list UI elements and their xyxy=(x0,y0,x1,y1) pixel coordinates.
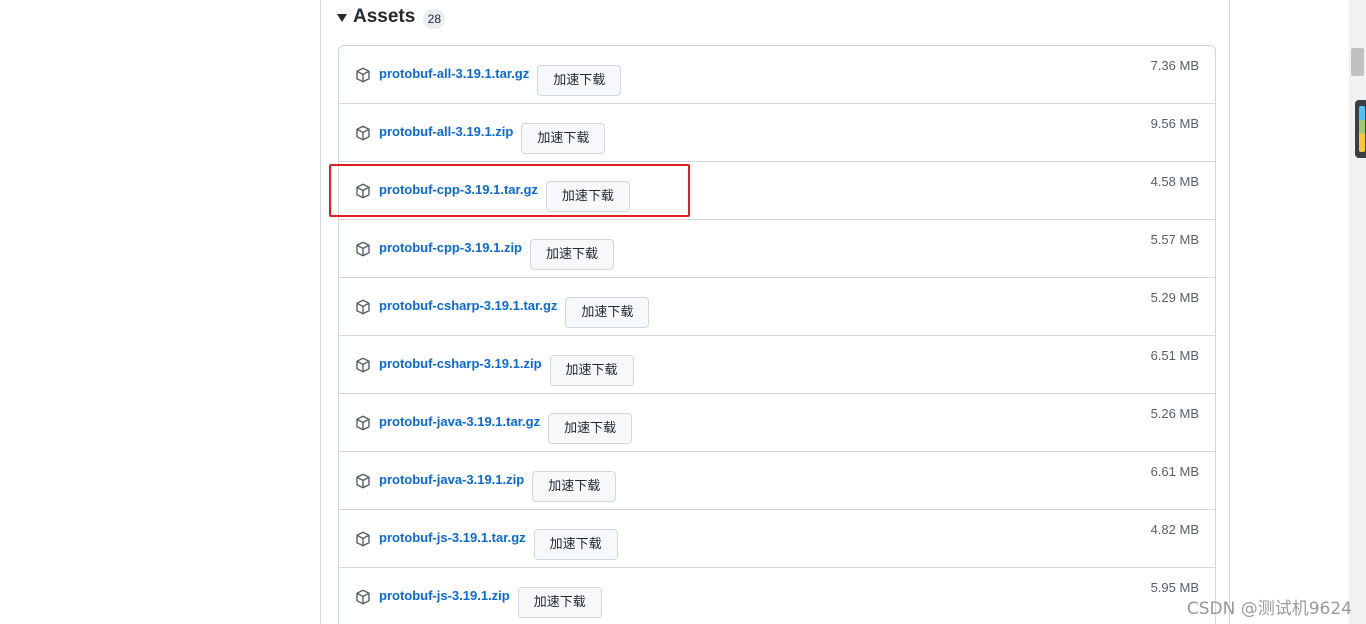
asset-download-link[interactable]: protobuf-all-3.19.1.zip xyxy=(379,124,513,139)
asset-size: 4.82 MB xyxy=(1150,522,1199,537)
package-icon xyxy=(356,415,370,431)
asset-row: protobuf-cpp-3.19.1.zip 加速下载 5.57 MB xyxy=(339,219,1215,277)
asset-row-left: protobuf-csharp-3.19.1.zip 加速下载 xyxy=(355,349,634,386)
asset-row-left: protobuf-cpp-3.19.1.zip 加速下载 xyxy=(355,233,615,270)
asset-row: protobuf-csharp-3.19.1.zip 加速下载 6.51 MB xyxy=(339,335,1215,393)
asset-download-link[interactable]: protobuf-js-3.19.1.zip xyxy=(379,588,510,603)
accelerated-download-button[interactable]: 加速下载 xyxy=(565,297,650,328)
asset-row: protobuf-java-3.19.1.tar.gz 加速下载 5.26 MB xyxy=(339,393,1215,451)
package-icon xyxy=(356,531,370,547)
asset-size: 9.56 MB xyxy=(1150,116,1199,131)
accelerated-download-button[interactable]: 加速下载 xyxy=(549,355,634,386)
asset-size: 5.29 MB xyxy=(1150,290,1199,305)
accelerated-download-button[interactable]: 加速下载 xyxy=(517,587,602,618)
scrollbar-thumb[interactable] xyxy=(1351,48,1364,76)
asset-row: protobuf-js-3.19.1.zip 加速下载 5.95 MB xyxy=(339,567,1215,624)
asset-row-left: protobuf-all-3.19.1.zip 加速下载 xyxy=(355,117,606,154)
asset-size: 7.36 MB xyxy=(1150,58,1199,73)
vertical-scrollbar[interactable] xyxy=(1349,0,1366,624)
asset-row-left: protobuf-cpp-3.19.1.tar.gz 加速下载 xyxy=(355,175,630,212)
accelerated-download-button[interactable]: 加速下载 xyxy=(545,181,630,212)
side-widget-tab[interactable] xyxy=(1355,100,1366,158)
asset-size: 5.95 MB xyxy=(1150,580,1199,595)
asset-size: 6.51 MB xyxy=(1150,348,1199,363)
package-icon xyxy=(356,357,370,373)
asset-row-left: protobuf-js-3.19.1.zip 加速下载 xyxy=(355,581,602,618)
asset-row: protobuf-cpp-3.19.1.tar.gz 加速下载 4.58 MB xyxy=(339,161,1215,219)
asset-row: protobuf-all-3.19.1.tar.gz 加速下载 7.36 MB xyxy=(339,46,1215,103)
asset-download-link[interactable]: protobuf-cpp-3.19.1.tar.gz xyxy=(379,182,538,197)
asset-row: protobuf-java-3.19.1.zip 加速下载 6.61 MB xyxy=(339,451,1215,509)
package-icon xyxy=(356,183,370,199)
assets-header[interactable]: Assets 28 xyxy=(337,4,446,30)
accelerated-download-button[interactable]: 加速下载 xyxy=(532,471,617,502)
asset-download-link[interactable]: protobuf-all-3.19.1.tar.gz xyxy=(379,66,529,81)
asset-size: 6.61 MB xyxy=(1150,464,1199,479)
asset-download-link[interactable]: protobuf-java-3.19.1.zip xyxy=(379,472,524,487)
caret-down-icon[interactable] xyxy=(337,14,347,22)
asset-row: protobuf-js-3.19.1.tar.gz 加速下载 4.82 MB xyxy=(339,509,1215,567)
asset-row-left: protobuf-js-3.19.1.tar.gz 加速下载 xyxy=(355,523,618,560)
asset-size: 5.57 MB xyxy=(1150,232,1199,247)
asset-row-left: protobuf-all-3.19.1.tar.gz 加速下载 xyxy=(355,59,622,96)
asset-size: 4.58 MB xyxy=(1150,174,1199,189)
accelerated-download-button[interactable]: 加速下载 xyxy=(530,239,615,270)
release-card: Assets 28 protobuf-all-3.19.1.tar.gz 加速下… xyxy=(320,0,1230,624)
accelerated-download-button[interactable]: 加速下载 xyxy=(537,65,622,96)
assets-title: Assets xyxy=(353,6,416,27)
package-icon xyxy=(356,299,370,315)
asset-download-link[interactable]: protobuf-cpp-3.19.1.zip xyxy=(379,240,522,255)
package-icon xyxy=(356,67,370,83)
accelerated-download-button[interactable]: 加速下载 xyxy=(548,413,633,444)
asset-download-link[interactable]: protobuf-csharp-3.19.1.zip xyxy=(379,356,542,371)
assets-count-badge: 28 xyxy=(423,9,446,29)
package-icon xyxy=(356,589,370,605)
package-icon xyxy=(356,241,370,257)
asset-row-left: protobuf-java-3.19.1.tar.gz 加速下载 xyxy=(355,407,633,444)
asset-list: protobuf-all-3.19.1.tar.gz 加速下载 7.36 MB … xyxy=(338,45,1216,624)
asset-row-left: protobuf-java-3.19.1.zip 加速下载 xyxy=(355,465,617,502)
asset-download-link[interactable]: protobuf-csharp-3.19.1.tar.gz xyxy=(379,298,557,313)
package-icon xyxy=(356,125,370,141)
watermark: CSDN @测试机9624 xyxy=(1186,599,1352,619)
asset-size: 5.26 MB xyxy=(1150,406,1199,421)
accelerated-download-button[interactable]: 加速下载 xyxy=(521,123,606,154)
asset-row-left: protobuf-csharp-3.19.1.tar.gz 加速下载 xyxy=(355,291,650,328)
accelerated-download-button[interactable]: 加速下载 xyxy=(533,529,618,560)
package-icon xyxy=(356,473,370,489)
page: Assets 28 protobuf-all-3.19.1.tar.gz 加速下… xyxy=(0,0,1366,624)
level-bars-icon xyxy=(1359,106,1365,152)
asset-row: protobuf-all-3.19.1.zip 加速下载 9.56 MB xyxy=(339,103,1215,161)
asset-row: protobuf-csharp-3.19.1.tar.gz 加速下载 5.29 … xyxy=(339,277,1215,335)
asset-download-link[interactable]: protobuf-java-3.19.1.tar.gz xyxy=(379,414,540,429)
asset-download-link[interactable]: protobuf-js-3.19.1.tar.gz xyxy=(379,530,526,545)
